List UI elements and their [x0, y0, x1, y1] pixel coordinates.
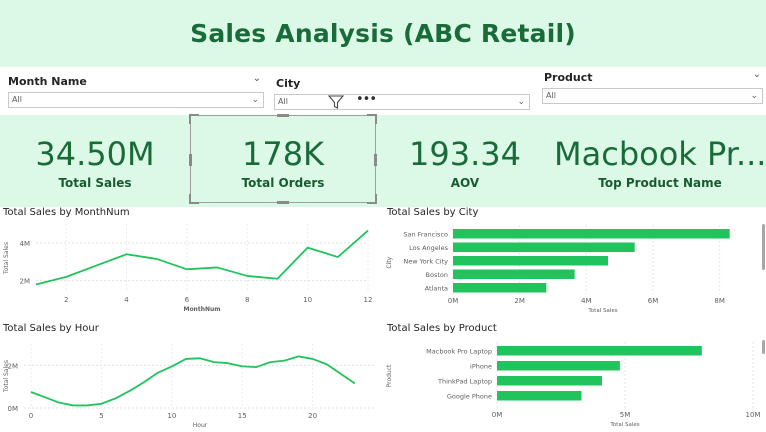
y-tick-label: 0M — [8, 405, 19, 413]
chevron-down-icon[interactable]: ⌄ — [253, 73, 261, 84]
bar — [497, 361, 620, 371]
x-axis-title: Total Sales — [609, 422, 639, 428]
x-tick-label: 15 — [238, 412, 247, 420]
kpi-aov[interactable]: 193.34 AOV — [376, 115, 554, 207]
x-tick-label: 4M — [581, 297, 592, 305]
x-tick-label: 10 — [167, 412, 176, 420]
resize-handle[interactable] — [374, 154, 377, 166]
x-tick-label: 10 — [303, 296, 312, 304]
y-axis-title: Total Sales — [3, 242, 10, 275]
category-label: Macbook Pro Laptop — [426, 347, 492, 355]
chevron-down-icon[interactable]: ⌄ — [753, 69, 761, 80]
slicer-month-label: Month Name — [8, 75, 87, 88]
category-label: ThinkPad Laptop — [437, 377, 492, 385]
kpi-total-sales[interactable]: 34.50M Total Sales — [0, 115, 190, 207]
x-tick-label: 8 — [245, 296, 249, 304]
category-label: Los Angeles — [409, 244, 448, 252]
resize-handle[interactable] — [277, 201, 289, 204]
category-label: iPhone — [470, 362, 492, 370]
x-tick-label: 5M — [620, 411, 631, 419]
kpi-label: AOV — [450, 176, 480, 190]
bar — [453, 229, 730, 239]
bar — [453, 269, 575, 279]
chevron-down-icon: ⌄ — [251, 95, 259, 105]
slicer-city[interactable]: City All ⌄ ••• — [272, 70, 534, 110]
slicer-month-value: All — [12, 95, 22, 104]
line-chart-sales-by-hour[interactable]: 0M2M0 5 10 15 20HourTotal Sales — [0, 336, 380, 432]
kpi-top-product[interactable]: Macbook Pr... Top Product Name — [554, 115, 766, 207]
resize-handle[interactable] — [367, 114, 377, 124]
x-axis-title: Hour — [193, 422, 208, 429]
chart-title-month: Total Sales by MonthNum — [3, 207, 130, 218]
x-tick-label: 2M — [514, 297, 525, 305]
visual-selection-frame[interactable] — [189, 114, 377, 204]
bar — [453, 256, 608, 266]
y-axis-title: City — [386, 256, 393, 268]
slicer-product-dropdown[interactable]: All ⌄ — [542, 88, 763, 104]
chevron-down-icon: ⌄ — [517, 97, 525, 107]
x-tick-label: 4 — [124, 296, 129, 304]
filter-icon[interactable] — [328, 94, 344, 110]
scrollbar-thumb[interactable] — [762, 224, 765, 270]
category-label: Boston — [426, 271, 448, 279]
resize-handle[interactable] — [189, 194, 199, 204]
chevron-down-icon: ⌄ — [750, 91, 758, 101]
page-title: Sales Analysis (ABC Retail) — [190, 19, 576, 48]
chart-title-product: Total Sales by Product — [387, 323, 497, 334]
x-tick-label: 0M — [448, 297, 459, 305]
category-label: Google Phone — [447, 392, 492, 400]
slicer-month[interactable]: Month Name ⌄ All ⌄ — [5, 70, 264, 110]
y-tick-label: 2M — [20, 278, 31, 286]
y-axis-title: Total Sales — [3, 360, 10, 393]
resize-handle[interactable] — [189, 154, 192, 166]
chart-title-hour: Total Sales by Hour — [3, 323, 99, 334]
bar — [497, 391, 582, 401]
resize-handle[interactable] — [277, 114, 289, 117]
x-tick-label: 6 — [185, 296, 190, 304]
category-label: Atlanta — [425, 284, 448, 292]
kpi-value: Macbook Pr... — [554, 135, 766, 173]
resize-handle[interactable] — [367, 194, 377, 204]
x-tick-label: 0M — [492, 411, 503, 419]
kpi-label: Total Sales — [58, 176, 132, 190]
dashboard-header: Sales Analysis (ABC Retail) — [0, 0, 766, 67]
line-chart-sales-by-month[interactable]: 2M 4M 2 4 6 8 10 12 MonthNum Total Sales — [0, 220, 380, 322]
kpi-value: 34.50M — [35, 135, 155, 173]
x-axis-title: Total Sales — [587, 308, 617, 314]
slicer-city-dropdown[interactable]: All ⌄ — [274, 94, 530, 110]
y-axis-title: Product — [386, 364, 393, 387]
bar — [497, 346, 702, 356]
bar — [497, 376, 602, 386]
slicer-month-dropdown[interactable]: All ⌄ — [8, 92, 264, 108]
x-axis-title: MonthNum — [183, 306, 220, 313]
slicer-city-label: City — [276, 77, 301, 90]
x-tick-label: 10M — [746, 411, 761, 419]
x-tick-label: 2 — [64, 296, 68, 304]
category-label: San Francisco — [403, 230, 448, 238]
bar — [453, 283, 547, 293]
kpi-value: 193.34 — [409, 135, 521, 173]
slicer-product[interactable]: Product ⌄ All ⌄ — [540, 69, 764, 110]
x-tick-label: 20 — [308, 412, 317, 420]
bar-chart-sales-by-product[interactable]: 0M 5M 10M Total Sales Product Macbook Pro Lap… — [383, 336, 766, 432]
bar-chart-sales-by-city[interactable]: 0M 2M 4M 6M 8M Total Sales City San Francisco Lo… — [383, 220, 766, 322]
category-label: New York City — [403, 257, 448, 265]
slicer-city-value: All — [278, 97, 288, 106]
kpi-label: Top Product Name — [598, 176, 722, 190]
series-line — [35, 229, 369, 286]
slicer-product-value: All — [546, 91, 556, 100]
more-options-icon[interactable]: ••• — [356, 92, 377, 107]
x-tick-label: 8M — [714, 297, 725, 305]
y-tick-label: 4M — [20, 240, 31, 248]
x-tick-label: 12 — [364, 296, 373, 304]
x-tick-label: 5 — [99, 412, 103, 420]
x-tick-label: 0 — [29, 412, 33, 420]
resize-handle[interactable] — [189, 114, 199, 124]
slicer-product-label: Product — [544, 71, 593, 84]
x-tick-label: 6M — [648, 297, 659, 305]
chart-title-city: Total Sales by City — [387, 207, 479, 218]
bar — [453, 242, 635, 252]
series-line — [30, 355, 356, 407]
scrollbar-thumb[interactable] — [762, 340, 765, 354]
